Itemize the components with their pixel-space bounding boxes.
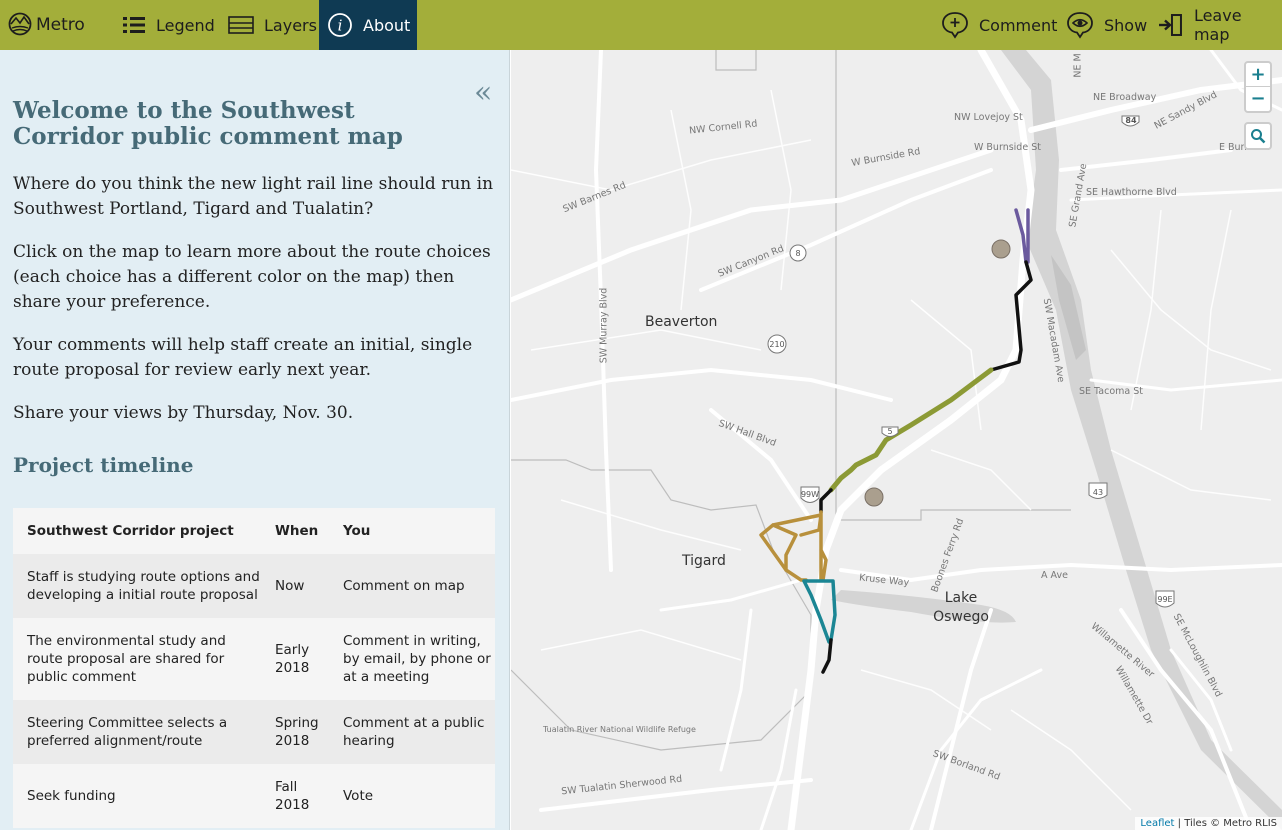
instructions-paragraph: Click on the map to learn more about the… <box>13 242 491 312</box>
timeline-table: Southwest Corridor project When You Staf… <box>13 508 495 828</box>
shield-label: 8 <box>795 249 800 258</box>
zoom-in-button[interactable]: + <box>1246 63 1270 87</box>
road-label: SE Tacoma St <box>1079 386 1143 397</box>
city-label: Lake Oswego <box>933 590 989 625</box>
route-black-south[interactable] <box>821 638 833 674</box>
table-cell: The environmental study and route propos… <box>27 633 226 685</box>
station-marker[interactable] <box>864 487 884 507</box>
table-cell: Seek funding <box>27 788 116 804</box>
collapse-panel-button[interactable]: « <box>474 78 492 108</box>
shield-label: 99E <box>1157 595 1172 604</box>
road-label: NE M <box>1072 53 1084 78</box>
list-icon <box>123 17 145 33</box>
road-label: W Burnside St <box>974 142 1041 153</box>
table-cell: Staff is studying route options and deve… <box>27 569 260 603</box>
eye-marker-icon <box>1067 12 1093 39</box>
road-label: A Ave <box>1041 570 1068 581</box>
table-cell: Comment at a public hearing <box>343 715 485 749</box>
legend-button[interactable]: Legend <box>122 0 215 50</box>
logo-label: Metro <box>36 15 85 35</box>
comment-button[interactable]: Comment <box>941 0 1057 50</box>
comment-label: Comment <box>979 15 1058 35</box>
map-search-button[interactable] <box>1244 122 1272 150</box>
city-boundary <box>511 459 812 751</box>
show-label: Show <box>1104 15 1148 35</box>
minor-streets <box>511 89 1272 811</box>
about-panel: « Welcome to the Southwest Corridor publ… <box>0 50 510 830</box>
table-cell: Comment in writing, by email, by phone o… <box>343 633 491 685</box>
legend-label: Legend <box>156 15 215 35</box>
tiles-credit: | Tiles © Metro RLIS <box>1177 818 1277 829</box>
table-row: Steering Committee selects a preferred a… <box>13 700 495 764</box>
map-attribution: Leaflet | Tiles © Metro RLIS <box>1135 817 1282 830</box>
road-label: Tualatin River National Wildlife Refuge <box>543 725 696 734</box>
shield-label: 5 <box>887 427 892 436</box>
welcome-title: Welcome to the Southwest Corridor public… <box>13 97 403 150</box>
shield-label: 99W <box>801 490 819 499</box>
road-network <box>511 50 1282 830</box>
table-cell: Now <box>275 578 305 594</box>
shield-label: 84 <box>1125 116 1137 125</box>
intro-paragraph: Where do you think the new light rail li… <box>13 174 494 219</box>
zoom-out-button[interactable]: − <box>1246 87 1270 111</box>
map-canvas[interactable]: 84 8 210 5 99W 43 99E NW Cornell Rd NW L… <box>511 50 1282 830</box>
station-marker[interactable] <box>991 239 1011 259</box>
column-header: You <box>343 523 371 539</box>
leave-map-button[interactable]: Leave map <box>1158 0 1282 50</box>
column-header: When <box>275 523 319 539</box>
road-label: NW Lovejoy St <box>954 112 1023 123</box>
layers-button[interactable]: Layers <box>228 0 317 50</box>
purpose-paragraph: Your comments will help staff create an … <box>13 335 473 380</box>
layers-icon <box>228 16 254 34</box>
svg-text:i: i <box>338 17 343 35</box>
timeline-heading: Project timeline <box>13 453 194 477</box>
table-row: Staff is studying route options and deve… <box>13 554 495 618</box>
route-gold[interactable] <box>759 510 828 582</box>
zoom-control: + − <box>1244 61 1272 113</box>
table-cell: Vote <box>343 788 374 804</box>
show-button[interactable]: Show <box>1066 0 1147 50</box>
city-label: Beaverton <box>645 314 718 330</box>
table-cell: Spring 2018 <box>275 715 319 749</box>
city-boundary <box>715 50 757 71</box>
comment-add-icon <box>942 12 968 39</box>
shield-label: 43 <box>1093 488 1103 497</box>
info-icon: i <box>328 13 352 37</box>
column-header: Southwest Corridor project <box>27 523 234 539</box>
road-label: SE Hawthorne Blvd <box>1086 187 1177 198</box>
table-row: The environmental study and route propos… <box>13 618 495 700</box>
road-label: NE Broadway <box>1093 92 1157 103</box>
leaflet-link[interactable]: Leaflet <box>1140 818 1174 829</box>
leave-map-label: Leave map <box>1193 6 1242 44</box>
table-cell: Comment on map <box>343 578 465 594</box>
table-cell: Fall 2018 <box>275 779 310 813</box>
city-label: Tigard <box>682 553 726 569</box>
route-olive[interactable] <box>828 367 994 493</box>
metro-logo[interactable]: Metro <box>8 0 85 50</box>
table-cell: Steering Committee selects a preferred a… <box>27 715 228 749</box>
road-label: SW Murray Blvd <box>598 287 610 364</box>
layers-label: Layers <box>264 15 317 35</box>
top-toolbar: Metro Legend Layers i About Comment Show… <box>0 0 1282 50</box>
search-icon <box>1251 129 1266 144</box>
exit-door-icon <box>1158 14 1182 36</box>
table-header-row: Southwest Corridor project When You <box>13 508 495 554</box>
shield-label: 210 <box>769 340 784 349</box>
map-tiles: 84 8 210 5 99W 43 99E <box>511 50 1282 830</box>
metro-logo-icon <box>8 12 32 36</box>
route-black-mid[interactable] <box>819 488 833 514</box>
about-tab[interactable]: i About <box>319 0 417 50</box>
deadline-paragraph: Share your views by Thursday, Nov. 30. <box>13 403 354 423</box>
table-row: Seek funding Fall 2018 Vote <box>13 764 495 828</box>
about-label: About <box>363 15 411 35</box>
table-cell: Early 2018 <box>275 642 310 676</box>
